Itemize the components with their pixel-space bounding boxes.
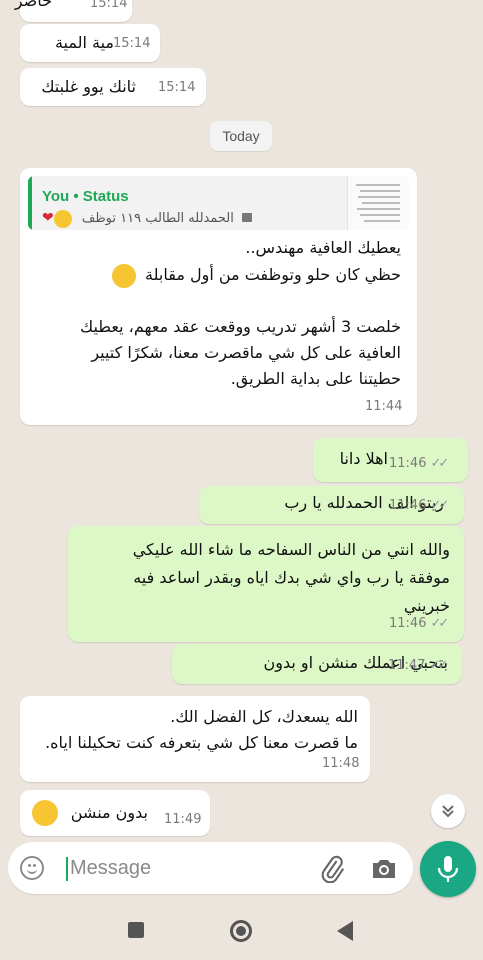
message-bubble[interactable]: الله يسعدك، كل الفضل الك. ما قصرت معنا ك…: [20, 696, 370, 782]
time-text: 11:46: [389, 498, 427, 513]
time-text: 11:46: [389, 456, 427, 471]
message-bubble[interactable]: اهلا دانا 11:46 ✓✓: [313, 438, 468, 482]
message-text: حاضر: [14, 0, 52, 10]
double-check-icon: ✓✓: [430, 616, 449, 631]
message-time: 11:44: [365, 399, 403, 414]
chat-area[interactable]: حاضر 15:14 مية المية 15:14 ثانك يوو غلبت…: [0, 0, 483, 840]
double-check-icon: ✓✓: [430, 456, 449, 471]
time-text: 11:47: [388, 658, 426, 673]
heart-icon: ❤: [42, 210, 54, 226]
message-bubble[interactable]: حاضر 15:14: [15, 0, 132, 22]
message-text: اهلا دانا: [339, 449, 388, 468]
message-text-line: حظي كان حلو وتوظفت من أول مقابلة: [31, 262, 401, 288]
message-bubble[interactable]: بدون منشن 11:49: [20, 790, 210, 836]
status-thumbnail: [347, 176, 409, 230]
message-text: حظي كان حلو وتوظفت من أول مقابلة: [145, 265, 401, 284]
message-text: بدون منشن: [70, 803, 148, 822]
message-text: يعطيك العافية مهندس..: [245, 238, 401, 257]
message-bubble[interactable]: ثانك يوو غلبتك 15:14: [20, 68, 206, 106]
message-bubble[interactable]: You • Status ❤ الحمدلله الطالب ١١٩ توظف …: [20, 168, 417, 425]
message-time: 11:46 ✓✓: [389, 493, 449, 518]
message-input[interactable]: [70, 852, 300, 884]
message-text: خلصت 3 أشهر تدريب ووقعت عقد معهم، يعطيك …: [79, 316, 401, 388]
paperclip-icon[interactable]: [318, 855, 346, 883]
text-caret: [66, 857, 68, 881]
message-time: 11:49: [164, 812, 202, 827]
heart-eyes-emoji-icon: [53, 209, 72, 228]
time-text: 11:46: [389, 616, 427, 631]
message-text: ثانك يوو غلبتك: [41, 77, 136, 96]
image-icon: [241, 213, 252, 222]
message-text: والله انتي من الناس السفاحه ما شاء الله …: [132, 540, 450, 615]
double-check-icon: ✓✓: [430, 498, 449, 513]
message-time: 11:48: [322, 756, 360, 771]
quoted-status[interactable]: You • Status ❤ الحمدلله الطالب ١١٩ توظف: [28, 176, 409, 230]
recents-icon[interactable]: [128, 922, 144, 938]
message-bubble[interactable]: والله انتي من الناس السفاحه ما شاء الله …: [68, 526, 464, 642]
quote-text: الحمدلله الطالب ١١٩ توظف: [81, 211, 234, 226]
message-time: 15:14: [158, 80, 196, 95]
grinning-sweat-emoji-icon: [32, 800, 58, 826]
camera-icon[interactable]: [370, 856, 398, 882]
smiley-icon[interactable]: [20, 856, 44, 880]
quote-bar: [28, 176, 32, 230]
message-text: الله يسعدك، كل الفضل الك. ما قصرت معنا ك…: [45, 707, 358, 752]
quote-line: ❤ الحمدلله الطالب ١١٩ توظف: [42, 206, 252, 230]
message-composer: [8, 842, 413, 894]
message-bubble[interactable]: مية المية 15:14: [20, 24, 160, 62]
back-icon[interactable]: [337, 921, 353, 941]
message-text: مية المية: [54, 33, 114, 52]
message-bubble[interactable]: بتحبي اعملك منشن او بدون 11:47 ✓✓: [172, 644, 462, 684]
message-time: 15:14: [113, 36, 151, 51]
message-time: 11:46 ✓✓: [389, 611, 449, 636]
double-chevron-down-icon[interactable]: [431, 794, 465, 828]
message-bubble[interactable]: ريتو الف الحمدلله يا رب 11:46 ✓✓: [199, 486, 464, 524]
microphone-icon[interactable]: [420, 841, 476, 897]
grinning-sweat-emoji-icon: [111, 263, 136, 288]
message-time: 11:47 ✓✓: [388, 653, 448, 678]
double-check-icon: ✓✓: [429, 658, 448, 673]
system-nav-bar: [0, 900, 483, 960]
message-time: 15:14: [90, 0, 128, 11]
home-icon[interactable]: [230, 920, 252, 942]
date-separator: Today: [210, 121, 272, 151]
message-time: 11:46 ✓✓: [389, 451, 449, 476]
